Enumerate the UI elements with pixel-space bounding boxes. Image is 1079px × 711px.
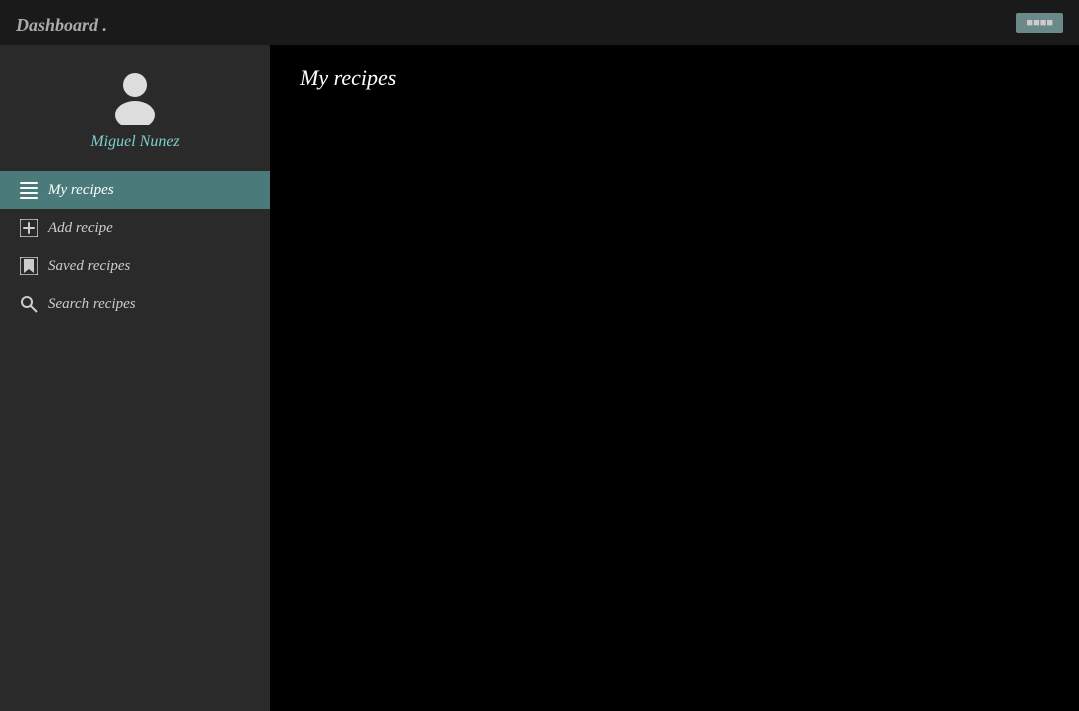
sidebar: Miguel Nunez My recipes	[0, 45, 270, 711]
main-layout: Miguel Nunez My recipes	[0, 45, 1079, 711]
bookmark-icon	[20, 257, 38, 275]
header-button[interactable]: ■■■■	[1016, 13, 1063, 33]
search-icon	[20, 295, 38, 313]
page-title: My recipes	[300, 65, 1049, 91]
sidebar-item-saved-recipes[interactable]: Saved recipes	[0, 247, 270, 285]
sidebar-item-add-recipe[interactable]: Add recipe	[0, 209, 270, 247]
nav-menu: My recipes Add recipe Saved recipes	[0, 171, 270, 323]
avatar-container: Miguel Nunez	[90, 65, 179, 151]
sidebar-item-my-recipes[interactable]: My recipes	[0, 171, 270, 209]
sidebar-item-label: Saved recipes	[48, 258, 130, 275]
user-name: Miguel Nunez	[90, 133, 179, 151]
sidebar-item-search-recipes[interactable]: Search recipes	[0, 285, 270, 323]
title-text: Dashboard	[16, 15, 98, 35]
title-dot: .	[98, 15, 107, 35]
plus-icon	[20, 219, 38, 237]
avatar-icon	[105, 65, 165, 125]
content-area: My recipes	[270, 45, 1079, 711]
sidebar-item-label: My recipes	[48, 182, 114, 199]
sidebar-item-label: Search recipes	[48, 296, 136, 313]
app-title: Dashboard .	[16, 8, 107, 38]
header: Dashboard . ■■■■	[0, 0, 1079, 45]
sidebar-item-label: Add recipe	[48, 220, 113, 237]
list-icon	[20, 181, 38, 199]
